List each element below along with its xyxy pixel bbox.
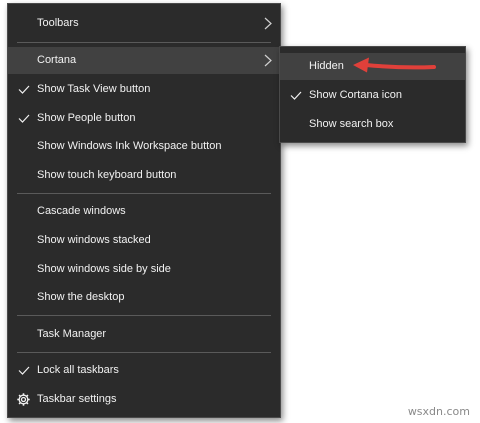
submenu-item-show-cortana-icon[interactable]: Show Cortana icon [280, 82, 465, 109]
menu-separator [17, 42, 271, 43]
menu-item-label: Show Task View button [37, 83, 151, 95]
menu-item-label: Toolbars [37, 17, 79, 29]
submenu-item-label: Show search box [309, 118, 394, 130]
menu-item-ink-workspace[interactable]: Show Windows Ink Workspace button [8, 133, 280, 160]
red-arrow-icon [353, 57, 436, 73]
menu-item-cascade[interactable]: Cascade windows [8, 198, 280, 225]
menu-item-label: Cascade windows [37, 205, 126, 217]
submenu-item-label: Hidden [309, 60, 344, 72]
menu-item-side-by-side[interactable]: Show windows side by side [8, 256, 280, 283]
watermark-text: wsxdn.com [407, 405, 470, 418]
menu-item-label: Show touch keyboard button [37, 169, 177, 181]
menu-separator [17, 352, 271, 353]
menu-separator [17, 193, 271, 194]
menu-item-label: Show the desktop [37, 291, 125, 303]
checkmark-icon [18, 357, 30, 384]
menu-item-people[interactable]: Show People button [8, 105, 280, 132]
menu-item-cortana[interactable]: Cortana [8, 47, 280, 74]
menu-item-label: Show People button [37, 112, 136, 124]
menu-item-label: Cortana [37, 54, 77, 66]
menu-item-toolbars[interactable]: Toolbars [8, 10, 280, 37]
menu-item-show-desktop[interactable]: Show the desktop [8, 284, 280, 311]
menu-item-stacked[interactable]: Show windows stacked [8, 227, 280, 254]
gear-icon [17, 393, 30, 406]
menu-item-label: Taskbar settings [37, 393, 117, 405]
submenu-item-show-search-box[interactable]: Show search box [280, 111, 465, 138]
menu-item-label: Show windows side by side [37, 263, 171, 275]
chevron-right-icon [264, 17, 272, 30]
menu-item-lock-taskbars[interactable]: Lock all taskbars [8, 357, 280, 384]
menu-item-label: Task Manager [37, 328, 107, 340]
checkmark-icon [18, 105, 30, 132]
menu-item-label: Show windows stacked [37, 234, 151, 246]
checkmark-icon [18, 76, 30, 103]
menu-item-label: Lock all taskbars [37, 364, 119, 376]
menu-item-label: Show Windows Ink Workspace button [37, 140, 222, 152]
taskbar-context-menu: Toolbars Cortana Show Task View button S… [7, 3, 281, 418]
checkmark-icon [290, 82, 302, 109]
menu-item-task-manager[interactable]: Task Manager [8, 321, 280, 348]
menu-separator [17, 315, 271, 316]
menu-item-touch-keyboard[interactable]: Show touch keyboard button [8, 162, 280, 189]
menu-item-task-view[interactable]: Show Task View button [8, 76, 280, 103]
menu-item-taskbar-settings[interactable]: Taskbar settings [8, 386, 280, 413]
chevron-right-icon [264, 54, 272, 67]
submenu-item-label: Show Cortana icon [309, 89, 402, 101]
